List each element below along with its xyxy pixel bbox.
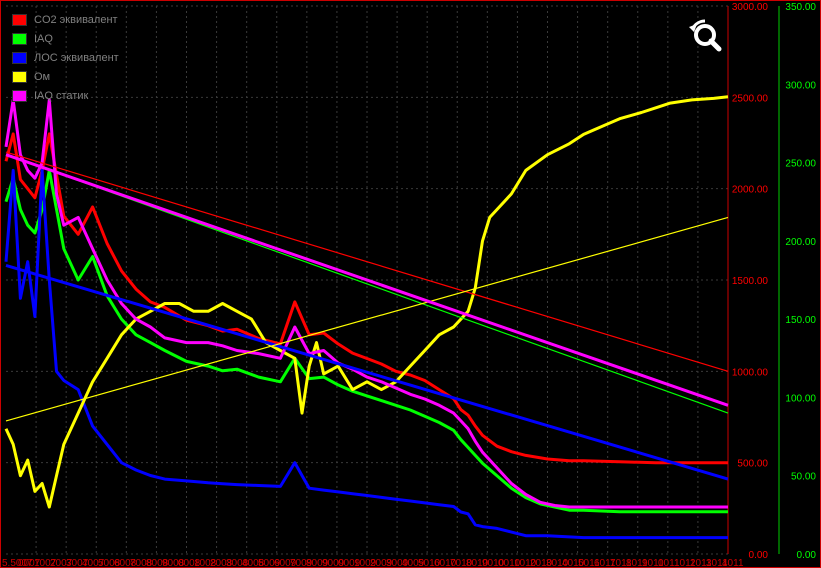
y-right-tick-label: 0.00 [797, 550, 817, 561]
legend-item-ohm[interactable]: Ом [12, 67, 119, 86]
x-tick-label: 4011 [722, 558, 744, 568]
legend-label-co2: CO2 эквивалент [34, 13, 118, 26]
y-right-tick-label: 50.00 [791, 472, 816, 483]
y-right-tick-label: 200.00 [785, 237, 816, 248]
legend-item-iaq-static[interactable]: IAQ статик [12, 86, 119, 105]
legend-label-iaq: IAQ [34, 32, 53, 45]
legend-label-voc: ЛОС эквивалент [34, 51, 119, 64]
legend-swatch-ohm [12, 70, 27, 83]
y-left-tick-label: 1000.00 [732, 367, 769, 378]
legend-item-co2[interactable]: CO2 эквивалент [12, 10, 119, 29]
legend-swatch-co2 [12, 13, 27, 26]
zoom-reset-icon[interactable] [685, 18, 725, 58]
y-right-tick-label: 100.00 [785, 393, 816, 404]
y-left-tick-label: 2000.00 [732, 185, 769, 196]
legend-swatch-iaq [12, 32, 27, 45]
legend-label-ohm: Ом [34, 70, 51, 83]
y-right-tick-label: 300.00 [785, 80, 816, 91]
y-left-tick-label: 2500.00 [732, 93, 769, 104]
legend-swatch-iaq-static [12, 89, 27, 102]
y-left-tick-label: 500.00 [737, 459, 768, 470]
y-right-tick-label: 250.00 [785, 159, 816, 170]
y-right-tick-label: 350.00 [785, 2, 816, 13]
y-left-tick-label: 1500.00 [732, 276, 769, 287]
legend: CO2 эквивалент IAQ ЛОС эквивалент Ом IAQ… [12, 10, 119, 105]
legend-item-iaq[interactable]: IAQ [12, 29, 119, 48]
y-right-tick-label: 150.00 [785, 315, 816, 326]
legend-swatch-voc [12, 51, 27, 64]
legend-item-voc[interactable]: ЛОС эквивалент [12, 48, 119, 67]
chart-plot: 0.00 500.00 1000.00 1500.00 2000.00 2500.00 30… [2, 2, 817, 568]
y-left-tick-label: 0.00 [749, 550, 769, 561]
legend-label-iaq-static: IAQ статик [34, 89, 89, 102]
trend-line-5 [5, 151, 729, 372]
y-left-tick-label: 3000.00 [732, 2, 769, 13]
